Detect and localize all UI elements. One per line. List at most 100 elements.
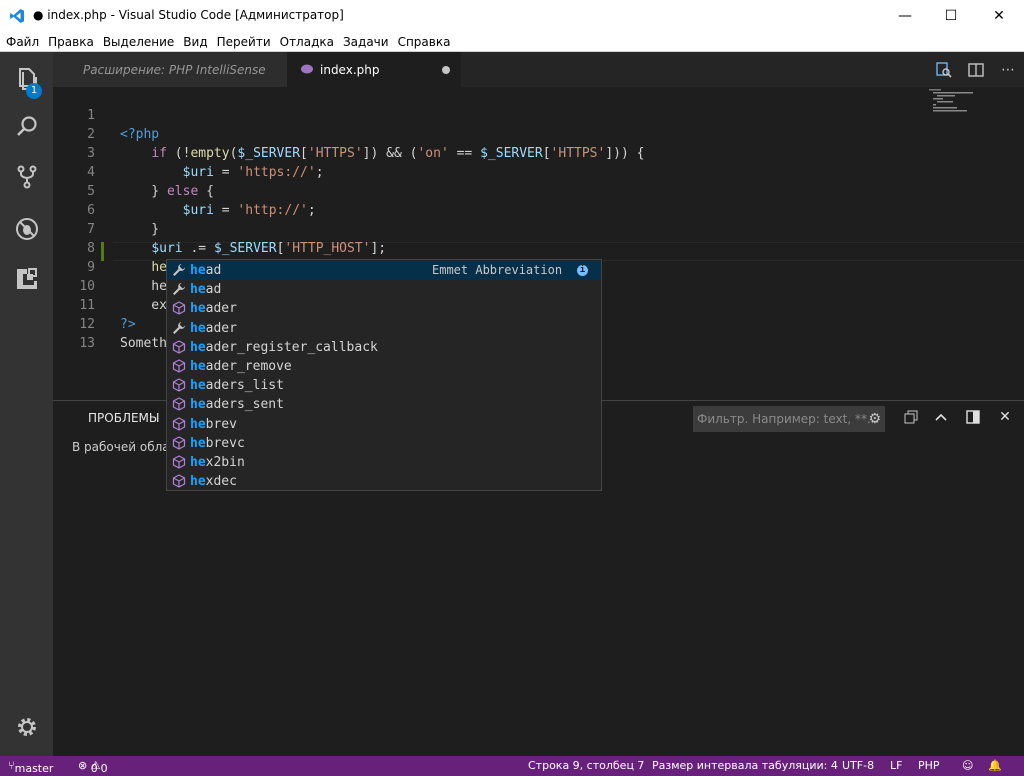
menu-view[interactable]: Вид bbox=[183, 35, 207, 49]
code-line: 3 $uri = 'https://'; bbox=[87, 146, 324, 180]
source-control-button[interactable] bbox=[0, 155, 53, 199]
suggestion-item[interactable]: header bbox=[167, 319, 601, 338]
problems-filter-input[interactable]: Фильтр. Например: text, **... ⚙ bbox=[693, 406, 885, 432]
suggestion-item[interactable]: header bbox=[167, 299, 601, 318]
collapse-all-icon[interactable] bbox=[901, 407, 921, 427]
filter-settings-icon[interactable]: ⚙ bbox=[868, 406, 881, 432]
tab-php-intellisense[interactable]: Расширение: PHP IntelliSense bbox=[53, 52, 287, 87]
suggestion-rest: x2bin bbox=[205, 455, 245, 470]
explorer-badge: 1 bbox=[26, 83, 42, 99]
chevron-up-icon[interactable] bbox=[931, 407, 951, 427]
suggestion-rest: ader_remove bbox=[205, 359, 292, 374]
unsaved-dot-icon[interactable] bbox=[442, 66, 450, 74]
match-highlight: he bbox=[190, 416, 206, 432]
cube-icon bbox=[172, 397, 186, 412]
minimize-button[interactable]: — bbox=[882, 0, 928, 32]
suggestion-rest: aders_list bbox=[205, 378, 284, 394]
more-actions-icon[interactable]: ⋯ bbox=[992, 62, 1024, 78]
suggestion-item[interactable]: hex2bin bbox=[167, 453, 601, 472]
menu-debug[interactable]: Отладка bbox=[280, 35, 334, 49]
language-status[interactable]: PHP bbox=[918, 759, 940, 772]
menu-edit[interactable]: Правка bbox=[48, 35, 94, 49]
maximize-panel-icon[interactable] bbox=[963, 407, 983, 427]
suggestion-rest: brev bbox=[205, 416, 237, 432]
minimap[interactable] bbox=[927, 87, 1007, 117]
modified-line-gutter bbox=[101, 242, 104, 261]
notifications-icon[interactable]: 🔔 bbox=[988, 759, 1002, 772]
feedback-icon[interactable]: ☺ bbox=[962, 759, 973, 772]
cursor-position[interactable]: Строка 9, столбец 7 bbox=[528, 759, 644, 772]
problems-status[interactable]: ⊗ 0 ⚠ 0 bbox=[78, 759, 108, 775]
close-panel-icon[interactable]: ✕ bbox=[995, 407, 1015, 427]
cube-icon bbox=[172, 474, 186, 488]
debug-button[interactable] bbox=[0, 207, 53, 251]
warning-count: 0 bbox=[100, 762, 108, 775]
suggestion-label: header_register_callback bbox=[190, 338, 378, 357]
extensions-button[interactable] bbox=[0, 257, 53, 301]
vscode-logo-icon bbox=[10, 9, 24, 23]
suggestion-item[interactable]: headers_list bbox=[167, 376, 601, 395]
match-highlight: he bbox=[190, 378, 206, 394]
menu-help[interactable]: Справка bbox=[398, 35, 451, 49]
code-line: 12 Someth bbox=[79, 317, 167, 351]
code-line: 11 ?> bbox=[79, 298, 136, 332]
suggestion-item[interactable]: head Emmet Abbreviation i bbox=[167, 261, 601, 280]
suggestion-detail: Emmet Abbreviation bbox=[432, 263, 563, 277]
suggestion-item[interactable]: header_remove bbox=[167, 357, 601, 376]
suggestion-item[interactable]: headers_sent bbox=[167, 395, 601, 414]
match-highlight: he bbox=[190, 435, 206, 451]
menu-tasks[interactable]: Задачи bbox=[343, 35, 389, 49]
maximize-button[interactable]: ☐ bbox=[928, 0, 974, 32]
suggestion-rest: xdec bbox=[205, 474, 237, 490]
suggestion-label: hex2bin bbox=[190, 453, 245, 472]
explorer-button[interactable]: 1 bbox=[0, 57, 53, 101]
suggestion-item[interactable]: head bbox=[167, 280, 601, 299]
tab-problems[interactable]: ПРОБЛЕМЫ bbox=[88, 411, 159, 425]
code-line: 9 he bbox=[87, 260, 167, 294]
suggestion-label: headers_list bbox=[190, 376, 284, 395]
match-highlight: he bbox=[190, 397, 206, 413]
tab-label: index.php bbox=[320, 62, 380, 77]
search-button[interactable] bbox=[0, 105, 53, 149]
indentation-status[interactable]: Размер интервала табуляции: 4 bbox=[652, 759, 838, 772]
code-line: 13 bbox=[79, 336, 95, 351]
match-highlight: he bbox=[190, 320, 206, 336]
suggestion-label: header bbox=[190, 299, 237, 318]
suggestion-rest: ad bbox=[205, 263, 222, 278]
editor-actions: ⋯ bbox=[928, 52, 1024, 87]
wrench-icon bbox=[172, 321, 186, 335]
menu-file[interactable]: Файл bbox=[6, 35, 39, 49]
menu-go[interactable]: Перейти bbox=[217, 35, 271, 49]
no-bug-icon bbox=[15, 218, 38, 240]
split-editor-icon[interactable] bbox=[960, 62, 992, 78]
filter-placeholder: Фильтр. Например: text, **... bbox=[697, 412, 879, 426]
encoding-status[interactable]: UTF-8 bbox=[842, 759, 874, 772]
match-highlight: he bbox=[190, 474, 206, 490]
code-line: 7 $uri .= $_SERVER['HTTP_HOST']; bbox=[87, 222, 387, 256]
php-file-icon bbox=[301, 64, 313, 74]
wrench-icon bbox=[172, 282, 186, 296]
branch-status[interactable]: ⑂ master bbox=[8, 759, 53, 775]
suggestion-label: hebrevc bbox=[190, 434, 245, 453]
tab-label: Расширение: PHP IntelliSense bbox=[83, 62, 266, 77]
suggestion-rest: ad bbox=[205, 282, 222, 298]
window-title: ● index.php - Visual Studio Code [Админи… bbox=[33, 8, 344, 22]
settings-button[interactable] bbox=[0, 705, 53, 749]
menu-selection[interactable]: Выделение bbox=[103, 35, 174, 49]
eol-status[interactable]: LF bbox=[890, 759, 902, 772]
suggestion-item[interactable]: hexdec bbox=[167, 472, 601, 491]
open-preview-icon[interactable] bbox=[928, 61, 960, 78]
close-window-button[interactable]: ✕ bbox=[976, 0, 1022, 32]
search-icon bbox=[16, 116, 37, 136]
info-icon[interactable]: i bbox=[577, 265, 588, 276]
suggestion-item[interactable]: header_register_callback bbox=[167, 338, 601, 357]
problems-message: В рабочей обла bbox=[72, 440, 170, 454]
code-line: 2 if (!empty($_SERVER['HTTPS']) && ('on'… bbox=[87, 127, 645, 161]
suggestion-item[interactable]: hebrevc bbox=[167, 434, 601, 453]
match-highlight: he bbox=[190, 359, 206, 374]
suggest-widget[interactable]: head Emmet Abbreviation i head header header h… bbox=[166, 259, 602, 491]
gear-icon bbox=[17, 718, 36, 736]
suggestion-item[interactable]: hebrev bbox=[167, 415, 601, 434]
match-highlight: he bbox=[190, 301, 206, 317]
tab-index-php[interactable]: index.php bbox=[287, 52, 461, 87]
